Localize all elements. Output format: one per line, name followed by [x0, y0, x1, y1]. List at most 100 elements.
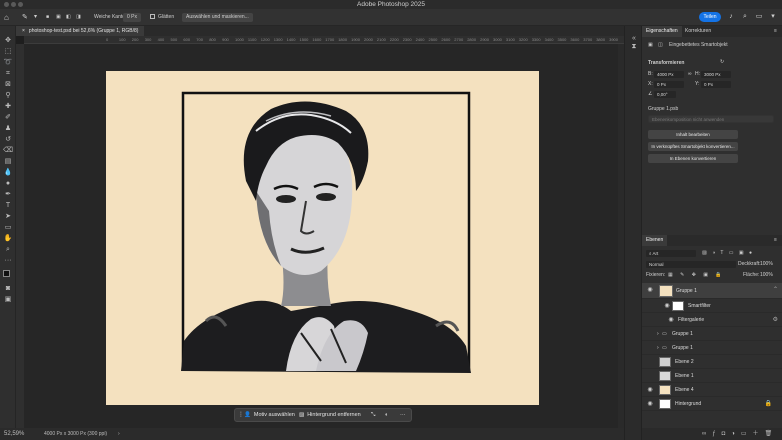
intersect-selection-icon[interactable]: ◨: [76, 13, 81, 22]
expand-group-icon[interactable]: ›: [657, 327, 659, 341]
document-canvas[interactable]: [106, 71, 539, 405]
new-layer-icon[interactable]: ＋: [753, 431, 765, 437]
workspace-icon[interactable]: ▭: [755, 13, 763, 21]
visibility-toggle[interactable]: [647, 330, 653, 338]
fill-value[interactable]: 100%: [760, 272, 773, 279]
eraser-tool-icon[interactable]: ⌫: [3, 146, 13, 155]
adjustment-icon[interactable]: ◐: [385, 409, 388, 421]
layer-row[interactable]: ◉ Smartfilter: [642, 299, 782, 313]
zoom-tool-icon[interactable]: ⌕: [3, 245, 13, 254]
close-window-button[interactable]: [4, 2, 9, 7]
chevron-down-icon[interactable]: ▾: [34, 13, 37, 22]
pen-tool-icon[interactable]: ✒: [3, 190, 13, 199]
subtract-selection-icon[interactable]: ◧: [66, 13, 71, 22]
convert-linked-button[interactable]: In verknüpftes Smartobjekt konvertieren.…: [648, 142, 738, 151]
feather-input[interactable]: 0 Px: [123, 13, 142, 22]
move-tool-icon[interactable]: ✥: [3, 36, 13, 45]
delete-layer-icon[interactable]: 🗑: [765, 431, 779, 437]
add-selection-icon[interactable]: ▣: [56, 13, 61, 22]
filter-type-icons[interactable]: ▨ ◑ T ▭ ▣ ●: [702, 250, 754, 257]
blend-mode-select[interactable]: Normal: [646, 261, 736, 268]
rectangle-tool-icon[interactable]: ▭: [3, 223, 13, 232]
zoom-window-button[interactable]: [18, 2, 23, 7]
opacity-value[interactable]: 100%: [760, 261, 773, 268]
layer-row[interactable]: ◉ Filtergalerie ⚙: [642, 313, 782, 327]
visibility-toggle[interactable]: [647, 358, 653, 366]
tab-layers[interactable]: Ebenen: [642, 235, 668, 246]
more-options-button[interactable]: ···: [400, 409, 406, 421]
layer-row[interactable]: ◉ Ebene 4: [642, 383, 782, 397]
layer-comp-select[interactable]: Ebenenkomposition nicht anwenden: [648, 115, 774, 123]
more-tools-icon[interactable]: ···: [3, 256, 13, 265]
link-layers-icon[interactable]: ∞: [702, 431, 712, 437]
width-field[interactable]: 4000 Px: [654, 71, 684, 78]
layer-row[interactable]: ◉ Hintergrund 🔒: [642, 397, 782, 411]
stamp-tool-icon[interactable]: ♟: [3, 124, 13, 133]
brush-tool-icon[interactable]: ✐: [3, 113, 13, 122]
share-button[interactable]: Teilen: [699, 12, 721, 22]
antialias-checkbox[interactable]: Glätten: [150, 13, 174, 22]
dodge-tool-icon[interactable]: ●: [3, 179, 13, 188]
tab-properties[interactable]: Eigenschaften: [642, 26, 682, 37]
eyedropper-tool-icon[interactable]: ⚲: [3, 91, 13, 100]
new-group-icon[interactable]: ▭: [741, 431, 753, 437]
lasso-preset-icon[interactable]: ✎: [22, 13, 28, 22]
layer-row[interactable]: › ▭ Gruppe 1: [642, 341, 782, 355]
reset-transform-icon[interactable]: ↻: [720, 59, 724, 66]
layer-filter-select[interactable]: ⌕ Art: [646, 250, 696, 257]
foreground-color[interactable]: [3, 270, 10, 277]
close-tab-icon[interactable]: ×: [22, 28, 25, 34]
frame-tool-icon[interactable]: ⊠: [3, 80, 13, 89]
visibility-eye-icon[interactable]: ◉: [664, 302, 670, 310]
visibility-eye-icon[interactable]: ◉: [647, 286, 653, 294]
hand-tool-icon[interactable]: ✋: [3, 234, 13, 243]
layer-row[interactable]: › ▭ Gruppe 1: [642, 327, 782, 341]
tab-adjustments[interactable]: Korrekturen: [681, 26, 715, 37]
quick-mask-icon[interactable]: ◙: [3, 284, 13, 293]
type-tool-icon[interactable]: T: [3, 201, 13, 210]
x-field[interactable]: 0 Px: [654, 81, 684, 88]
layer-row[interactable]: Ebene 2: [642, 355, 782, 369]
minimize-window-button[interactable]: [11, 2, 16, 7]
search-icon[interactable]: ⌕: [741, 13, 749, 21]
history-brush-icon[interactable]: ↺: [3, 135, 13, 144]
new-selection-icon[interactable]: ■: [46, 13, 49, 22]
angle-field[interactable]: 0,00°: [654, 91, 676, 98]
visibility-toggle[interactable]: [647, 344, 653, 352]
history-icon[interactable]: ⧗: [629, 42, 639, 51]
visibility-toggle[interactable]: [647, 372, 653, 380]
lock-icons[interactable]: ▦ ✎ ✥ ▣ 🔒: [668, 272, 725, 279]
adjustment-layer-icon[interactable]: ◑: [731, 431, 741, 437]
transform-icon[interactable]: ⤡: [371, 409, 375, 421]
chevron-up-icon[interactable]: ⌃: [773, 286, 778, 293]
mask-icon[interactable]: ◘: [722, 431, 732, 437]
healing-tool-icon[interactable]: ✚: [3, 102, 13, 111]
lock-icon[interactable]: 🔒: [765, 400, 772, 407]
color-swatches[interactable]: [3, 270, 13, 280]
height-field[interactable]: 3000 Px: [701, 71, 731, 78]
document-tab[interactable]: × photoshop-test.psd bei 52,6% (Gruppe 1,…: [16, 26, 145, 36]
path-select-icon[interactable]: ➤: [3, 212, 13, 221]
edit-contents-button[interactable]: Inhalt bearbeiten: [648, 130, 738, 139]
blur-tool-icon[interactable]: 💧: [3, 168, 13, 177]
home-icon[interactable]: ⌂: [4, 13, 9, 22]
select-subject-button[interactable]: 👤 Motiv auswählen: [244, 409, 295, 421]
select-and-mask-button[interactable]: Auswählen und maskieren...: [182, 13, 253, 22]
fx-icon[interactable]: ƒ: [712, 431, 721, 437]
crop-tool-icon[interactable]: ⌗: [3, 69, 13, 78]
chevron-right-icon[interactable]: ›: [118, 428, 120, 440]
convert-to-layers-button[interactable]: In Ebenen konvertieren: [648, 154, 738, 163]
filter-options-icon[interactable]: ⚙: [773, 316, 778, 323]
y-field[interactable]: 0 Px: [701, 81, 731, 88]
lasso-tool-icon[interactable]: ➰: [3, 58, 13, 67]
bell-icon[interactable]: ♪: [727, 13, 735, 21]
expand-group-icon[interactable]: ›: [657, 341, 659, 355]
gradient-tool-icon[interactable]: ▤: [3, 157, 13, 166]
visibility-eye-icon[interactable]: ◉: [668, 316, 674, 324]
visibility-eye-icon[interactable]: ◉: [647, 400, 653, 408]
panel-menu-icon[interactable]: ≡: [770, 235, 781, 246]
link-icon[interactable]: ∞: [688, 71, 692, 78]
remove-background-button[interactable]: ▨ Hintergrund entfernen: [299, 409, 361, 421]
chevron-down-icon[interactable]: ▾: [769, 13, 777, 21]
layer-row[interactable]: Ebene 1: [642, 369, 782, 383]
